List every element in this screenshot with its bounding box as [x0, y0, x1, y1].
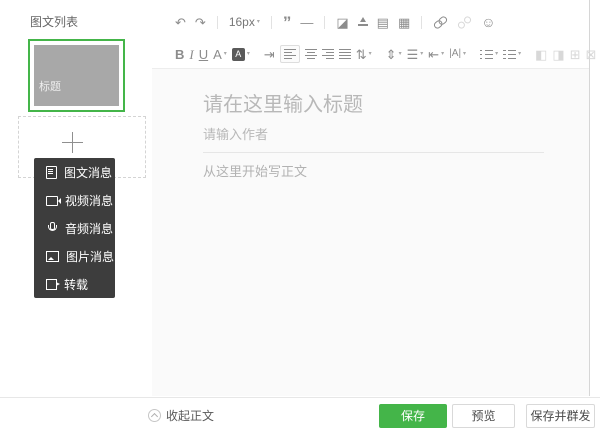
repost-icon — [46, 279, 60, 290]
redo-icon[interactable]: ↷ — [195, 16, 206, 29]
letter-case-icon[interactable]: |A| ▾ — [449, 49, 466, 59]
collapse-icon — [148, 409, 161, 422]
toolbar-divider — [421, 15, 423, 29]
add-message-menu: 图文消息 视频消息 音频消息 图片消息 转载 — [34, 158, 115, 298]
letter-spacing-icon[interactable]: ☰ ▾ — [407, 48, 424, 61]
audio-icon — [46, 222, 58, 234]
article-list-sidebar: 图文列表 标题 图文消息 视频消息 音频消息 图片消息 转载 — [0, 0, 153, 396]
editor-divider — [203, 152, 544, 153]
emoji-icon[interactable]: ☺ — [481, 15, 495, 29]
outdent-icon[interactable]: ⇤ ▾ — [428, 48, 444, 61]
align-center-icon[interactable] — [304, 49, 317, 59]
menu-item-repost[interactable]: 转载 — [34, 270, 115, 298]
indent-icon[interactable]: ⇥ — [264, 48, 275, 61]
article-card-title: 标题 — [39, 81, 61, 93]
insert-link-icon[interactable] — [432, 14, 449, 31]
video-icon — [46, 195, 61, 206]
article-thumbnail: 标题 — [34, 45, 119, 106]
underline-icon[interactable]: U — [199, 48, 208, 61]
image-layout-left-icon: ◧ — [535, 46, 548, 62]
material-library-icon[interactable]: ▦ — [398, 16, 410, 29]
remove-link-icon[interactable] — [456, 14, 473, 31]
format-brush-icon[interactable] — [357, 17, 368, 27]
editor-canvas: 请在这里输入标题 请输入作者 从这里开始写正文 — [152, 69, 589, 396]
body-input[interactable]: 从这里开始写正文 — [203, 165, 544, 178]
toolbar-row-2: B I U A ▾ A ▾ ⇥ ⇅ ▾ ⇕ ▾ ☰ ▾ ⇤ ▾ |A| ▾ ▾ … — [152, 40, 597, 68]
align-left-icon[interactable] — [279, 45, 300, 63]
author-input[interactable]: 请输入作者 — [203, 128, 544, 141]
menu-item-label: 图片消息 — [66, 249, 115, 264]
title-input[interactable]: 请在这里输入标题 — [203, 95, 544, 115]
save-and-send-button[interactable]: 保存并群发 — [526, 403, 595, 428]
image-remove-icon: ⊠ — [585, 46, 597, 62]
wechat-article-editor: 图文列表 标题 图文消息 视频消息 音频消息 图片消息 转载 ↶ ↷ 16px … — [0, 0, 600, 432]
font-size-select[interactable]: 16px ▾ — [229, 16, 260, 28]
paragraph-spacing-icon[interactable]: ⇕ ▾ — [386, 48, 402, 61]
picture-icon — [46, 251, 59, 262]
chevron-down-icon: ▾ — [256, 19, 260, 25]
formatting-toolbar: ↶ ↷ 16px ▾ ” — ◪ ▤ ▦ ☺ B I U A ▾ A ▾ ⇥ ⇅… — [152, 0, 597, 69]
save-button[interactable]: 保存 — [379, 403, 447, 428]
plus-icon[interactable] — [62, 132, 83, 153]
article-icon — [46, 165, 57, 179]
blockquote-icon[interactable]: ” — [283, 14, 292, 31]
menu-item-article-message[interactable]: 图文消息 — [34, 158, 115, 186]
menu-item-label: 音频消息 — [65, 221, 114, 236]
italic-icon[interactable]: I — [189, 48, 193, 61]
numbered-list-icon[interactable]: ▾ — [503, 49, 521, 59]
format-eraser-icon[interactable]: ◪ — [336, 16, 348, 29]
menu-item-video-message[interactable]: 视频消息 — [34, 186, 115, 214]
preview-button[interactable]: 预览 — [452, 403, 515, 428]
menu-item-audio-message[interactable]: 音频消息 — [34, 214, 115, 242]
background-color-icon[interactable]: A ▾ — [231, 47, 250, 61]
align-justify-icon[interactable] — [338, 49, 351, 59]
bold-icon[interactable]: B — [175, 48, 184, 61]
bullet-list-icon[interactable]: ▾ — [480, 49, 498, 59]
align-right-icon[interactable] — [321, 49, 334, 59]
sidebar-title: 图文列表 — [30, 15, 79, 29]
editor-main: ↶ ↷ 16px ▾ ” — ◪ ▤ ▦ ☺ B I U A ▾ A ▾ ⇥ ⇅… — [152, 0, 597, 396]
line-height-icon[interactable]: ⇅ ▾ — [356, 48, 372, 61]
menu-item-label: 图文消息 — [64, 165, 113, 180]
toolbar-row-1: ↶ ↷ 16px ▾ ” — ◪ ▤ ▦ ☺ — [152, 0, 589, 40]
collapse-body-toggle[interactable]: 收起正文 — [148, 407, 214, 424]
article-card-selected[interactable]: 标题 — [28, 39, 125, 112]
image-grid-icon: ⊞ — [569, 46, 581, 62]
image-layout-right-icon: ◨ — [552, 46, 565, 62]
menu-item-label: 视频消息 — [65, 193, 114, 208]
action-buttons: 保存 预览 保存并群发 — [379, 403, 595, 428]
menu-item-picture-message[interactable]: 图片消息 — [34, 242, 115, 270]
menu-item-label: 转载 — [64, 277, 89, 292]
toolbar-divider — [270, 15, 272, 29]
template-icon[interactable]: ▤ — [377, 16, 389, 29]
toolbar-divider — [324, 15, 326, 29]
font-color-icon[interactable]: A ▾ — [213, 48, 227, 61]
horizontal-rule-icon[interactable]: — — [300, 16, 313, 29]
toolbar-divider — [216, 15, 218, 29]
undo-icon[interactable]: ↶ — [175, 16, 186, 29]
collapse-label: 收起正文 — [166, 409, 215, 423]
bottom-action-bar: 收起正文 保存 预览 保存并群发 — [0, 397, 600, 432]
